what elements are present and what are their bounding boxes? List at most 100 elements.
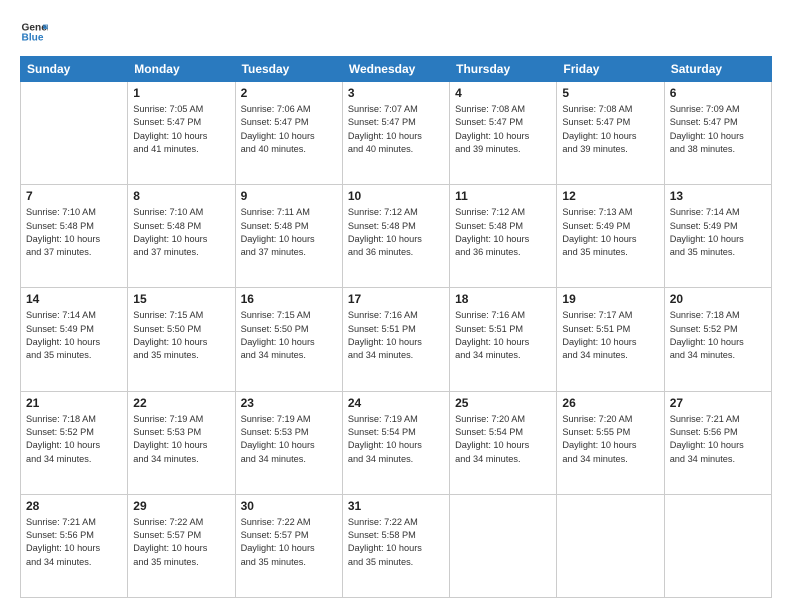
day-info: Sunrise: 7:06 AM Sunset: 5:47 PM Dayligh… <box>241 103 337 156</box>
day-info: Sunrise: 7:21 AM Sunset: 5:56 PM Dayligh… <box>26 516 122 569</box>
calendar-cell <box>21 82 128 185</box>
day-info: Sunrise: 7:15 AM Sunset: 5:50 PM Dayligh… <box>133 309 229 362</box>
day-number: 28 <box>26 499 122 513</box>
day-info: Sunrise: 7:15 AM Sunset: 5:50 PM Dayligh… <box>241 309 337 362</box>
calendar-cell: 30 Sunrise: 7:22 AM Sunset: 5:57 PM Dayli… <box>235 494 342 597</box>
day-number: 17 <box>348 292 444 306</box>
day-info: Sunrise: 7:20 AM Sunset: 5:55 PM Dayligh… <box>562 413 658 466</box>
weekday-header-saturday: Saturday <box>664 57 771 82</box>
weekday-header-sunday: Sunday <box>21 57 128 82</box>
weekday-header-thursday: Thursday <box>450 57 557 82</box>
calendar-cell: 15 Sunrise: 7:15 AM Sunset: 5:50 PM Dayli… <box>128 288 235 391</box>
calendar-cell: 22 Sunrise: 7:19 AM Sunset: 5:53 PM Dayli… <box>128 391 235 494</box>
day-info: Sunrise: 7:10 AM Sunset: 5:48 PM Dayligh… <box>26 206 122 259</box>
day-number: 22 <box>133 396 229 410</box>
calendar-cell <box>664 494 771 597</box>
day-number: 12 <box>562 189 658 203</box>
calendar-cell: 20 Sunrise: 7:18 AM Sunset: 5:52 PM Dayli… <box>664 288 771 391</box>
day-number: 2 <box>241 86 337 100</box>
day-number: 18 <box>455 292 551 306</box>
calendar-week-row: 21Sunrise: 7:18 AM Sunset: 5:52 PM Dayli… <box>21 391 772 494</box>
day-number: 15 <box>133 292 229 306</box>
calendar-cell: 18 Sunrise: 7:16 AM Sunset: 5:51 PM Dayli… <box>450 288 557 391</box>
day-number: 25 <box>455 396 551 410</box>
calendar-cell: 24 Sunrise: 7:19 AM Sunset: 5:54 PM Dayli… <box>342 391 449 494</box>
day-info: Sunrise: 7:16 AM Sunset: 5:51 PM Dayligh… <box>348 309 444 362</box>
day-number: 1 <box>133 86 229 100</box>
calendar-cell: 2 Sunrise: 7:06 AM Sunset: 5:47 PM Daylig… <box>235 82 342 185</box>
weekday-header-monday: Monday <box>128 57 235 82</box>
day-number: 5 <box>562 86 658 100</box>
calendar-table: SundayMondayTuesdayWednesdayThursdayFrid… <box>20 56 772 598</box>
day-info: Sunrise: 7:19 AM Sunset: 5:53 PM Dayligh… <box>133 413 229 466</box>
calendar-cell: 3Sunrise: 7:07 AM Sunset: 5:47 PM Daylig… <box>342 82 449 185</box>
calendar-week-row: 7Sunrise: 7:10 AM Sunset: 5:48 PM Daylig… <box>21 185 772 288</box>
weekday-header-row: SundayMondayTuesdayWednesdayThursdayFrid… <box>21 57 772 82</box>
day-info: Sunrise: 7:14 AM Sunset: 5:49 PM Dayligh… <box>26 309 122 362</box>
day-info: Sunrise: 7:08 AM Sunset: 5:47 PM Dayligh… <box>455 103 551 156</box>
calendar-cell <box>450 494 557 597</box>
day-info: Sunrise: 7:20 AM Sunset: 5:54 PM Dayligh… <box>455 413 551 466</box>
calendar-cell: 8Sunrise: 7:10 AM Sunset: 5:48 PM Daylig… <box>128 185 235 288</box>
day-number: 23 <box>241 396 337 410</box>
day-number: 14 <box>26 292 122 306</box>
weekday-header-tuesday: Tuesday <box>235 57 342 82</box>
calendar-cell: 17 Sunrise: 7:16 AM Sunset: 5:51 PM Dayli… <box>342 288 449 391</box>
day-info: Sunrise: 7:14 AM Sunset: 5:49 PM Dayligh… <box>670 206 766 259</box>
calendar-cell: 25 Sunrise: 7:20 AM Sunset: 5:54 PM Dayli… <box>450 391 557 494</box>
page: General Blue SundayMondayTuesdayWednesda… <box>0 0 792 612</box>
day-info: Sunrise: 7:22 AM Sunset: 5:57 PM Dayligh… <box>241 516 337 569</box>
calendar-week-row: 14 Sunrise: 7:14 AM Sunset: 5:49 PM Dayli… <box>21 288 772 391</box>
day-number: 31 <box>348 499 444 513</box>
day-info: Sunrise: 7:12 AM Sunset: 5:48 PM Dayligh… <box>455 206 551 259</box>
calendar-week-row: 1 Sunrise: 7:05 AM Sunset: 5:47 PM Daylig… <box>21 82 772 185</box>
day-info: Sunrise: 7:13 AM Sunset: 5:49 PM Dayligh… <box>562 206 658 259</box>
calendar-cell: 21Sunrise: 7:18 AM Sunset: 5:52 PM Dayli… <box>21 391 128 494</box>
calendar-cell: 27Sunrise: 7:21 AM Sunset: 5:56 PM Dayli… <box>664 391 771 494</box>
day-number: 29 <box>133 499 229 513</box>
day-number: 6 <box>670 86 766 100</box>
calendar-cell: 10 Sunrise: 7:12 AM Sunset: 5:48 PM Dayli… <box>342 185 449 288</box>
calendar-cell: 1 Sunrise: 7:05 AM Sunset: 5:47 PM Daylig… <box>128 82 235 185</box>
calendar-cell: 5Sunrise: 7:08 AM Sunset: 5:47 PM Daylig… <box>557 82 664 185</box>
calendar-week-row: 28 Sunrise: 7:21 AM Sunset: 5:56 PM Dayli… <box>21 494 772 597</box>
day-info: Sunrise: 7:05 AM Sunset: 5:47 PM Dayligh… <box>133 103 229 156</box>
day-info: Sunrise: 7:10 AM Sunset: 5:48 PM Dayligh… <box>133 206 229 259</box>
calendar-cell: 26 Sunrise: 7:20 AM Sunset: 5:55 PM Dayli… <box>557 391 664 494</box>
header: General Blue <box>20 18 772 46</box>
day-info: Sunrise: 7:17 AM Sunset: 5:51 PM Dayligh… <box>562 309 658 362</box>
day-info: Sunrise: 7:22 AM Sunset: 5:58 PM Dayligh… <box>348 516 444 569</box>
calendar-cell: 31 Sunrise: 7:22 AM Sunset: 5:58 PM Dayli… <box>342 494 449 597</box>
calendar-cell <box>557 494 664 597</box>
weekday-header-wednesday: Wednesday <box>342 57 449 82</box>
logo-icon: General Blue <box>20 18 48 46</box>
calendar-cell: 29Sunrise: 7:22 AM Sunset: 5:57 PM Dayli… <box>128 494 235 597</box>
calendar-cell: 23Sunrise: 7:19 AM Sunset: 5:53 PM Dayli… <box>235 391 342 494</box>
calendar-cell: 7Sunrise: 7:10 AM Sunset: 5:48 PM Daylig… <box>21 185 128 288</box>
day-number: 26 <box>562 396 658 410</box>
day-number: 16 <box>241 292 337 306</box>
day-number: 24 <box>348 396 444 410</box>
day-number: 11 <box>455 189 551 203</box>
calendar-cell: 19Sunrise: 7:17 AM Sunset: 5:51 PM Dayli… <box>557 288 664 391</box>
day-number: 10 <box>348 189 444 203</box>
day-info: Sunrise: 7:11 AM Sunset: 5:48 PM Dayligh… <box>241 206 337 259</box>
day-info: Sunrise: 7:18 AM Sunset: 5:52 PM Dayligh… <box>670 309 766 362</box>
calendar-cell: 6Sunrise: 7:09 AM Sunset: 5:47 PM Daylig… <box>664 82 771 185</box>
day-number: 20 <box>670 292 766 306</box>
calendar-cell: 9Sunrise: 7:11 AM Sunset: 5:48 PM Daylig… <box>235 185 342 288</box>
day-number: 13 <box>670 189 766 203</box>
calendar-cell: 12 Sunrise: 7:13 AM Sunset: 5:49 PM Dayli… <box>557 185 664 288</box>
day-info: Sunrise: 7:19 AM Sunset: 5:54 PM Dayligh… <box>348 413 444 466</box>
calendar-cell: 13 Sunrise: 7:14 AM Sunset: 5:49 PM Dayli… <box>664 185 771 288</box>
calendar-cell: 4Sunrise: 7:08 AM Sunset: 5:47 PM Daylig… <box>450 82 557 185</box>
calendar-cell: 14 Sunrise: 7:14 AM Sunset: 5:49 PM Dayli… <box>21 288 128 391</box>
svg-text:Blue: Blue <box>22 33 44 44</box>
day-info: Sunrise: 7:12 AM Sunset: 5:48 PM Dayligh… <box>348 206 444 259</box>
day-number: 21 <box>26 396 122 410</box>
weekday-header-friday: Friday <box>557 57 664 82</box>
calendar-cell: 28 Sunrise: 7:21 AM Sunset: 5:56 PM Dayli… <box>21 494 128 597</box>
calendar-cell: 11 Sunrise: 7:12 AM Sunset: 5:48 PM Dayli… <box>450 185 557 288</box>
day-number: 30 <box>241 499 337 513</box>
day-info: Sunrise: 7:16 AM Sunset: 5:51 PM Dayligh… <box>455 309 551 362</box>
